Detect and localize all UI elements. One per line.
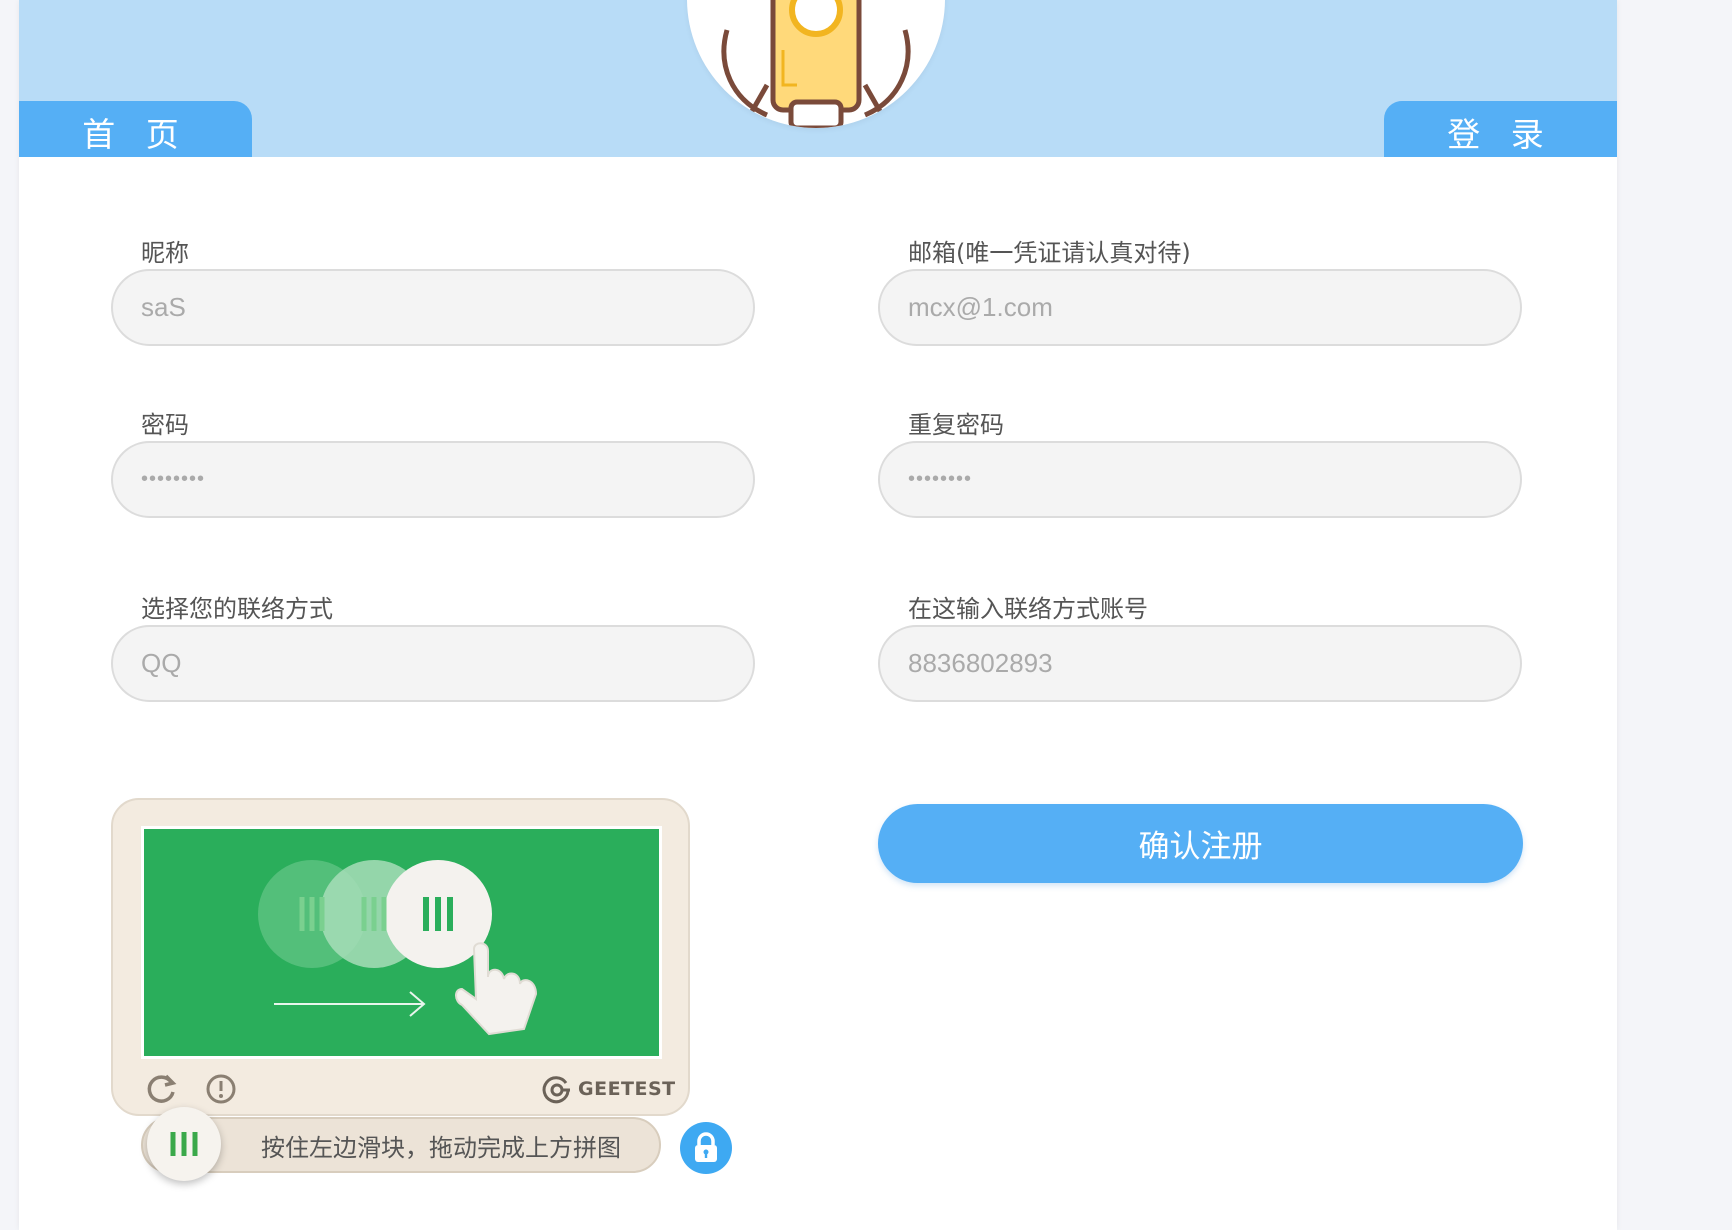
slider-hint: 按住左边滑块，拖动完成上方拼图 <box>261 1133 621 1162</box>
nickname-input[interactable]: saS <box>111 269 755 346</box>
contact-type-label: 选择您的联络方式 <box>141 595 333 623</box>
confirm-register-button[interactable]: 确认注册 <box>878 804 1523 883</box>
geetest-captcha: GEETEST <box>111 798 690 1116</box>
geetest-brand-label: GEETEST <box>578 1078 676 1100</box>
contact-type-select[interactable]: QQ <box>111 625 755 702</box>
refresh-icon[interactable] <box>144 1072 178 1106</box>
email-label: 邮箱(唯一凭证请认真对待) <box>908 239 1191 267</box>
repeat-password-label: 重复密码 <box>908 411 1004 439</box>
slider-grip-icon[interactable] <box>147 1107 221 1181</box>
rocket-avatar-icon <box>687 0 945 128</box>
lock-icon <box>680 1122 732 1174</box>
feedback-icon[interactable] <box>204 1072 238 1106</box>
geetest-logo-icon <box>542 1076 570 1104</box>
register-card: 首 页 登 录 昵称 saS 邮箱(唯一凭证请认真对待) mcx@1.com 密… <box>19 0 1617 1230</box>
captcha-puzzle-image <box>141 826 662 1059</box>
login-tab[interactable]: 登 录 <box>1384 101 1617 157</box>
password-input[interactable]: •••••••• <box>111 441 755 518</box>
email-input[interactable]: mcx@1.com <box>878 269 1522 346</box>
password-label: 密码 <box>141 411 189 439</box>
nickname-label: 昵称 <box>141 239 189 267</box>
home-tab[interactable]: 首 页 <box>19 101 252 157</box>
contact-account-input[interactable]: 8836802893 <box>878 625 1522 702</box>
repeat-password-input[interactable]: •••••••• <box>878 441 1522 518</box>
header-banner: 首 页 登 录 <box>19 0 1617 157</box>
geetest-brand: GEETEST <box>540 1072 676 1106</box>
contact-account-label: 在这输入联络方式账号 <box>908 595 1148 623</box>
